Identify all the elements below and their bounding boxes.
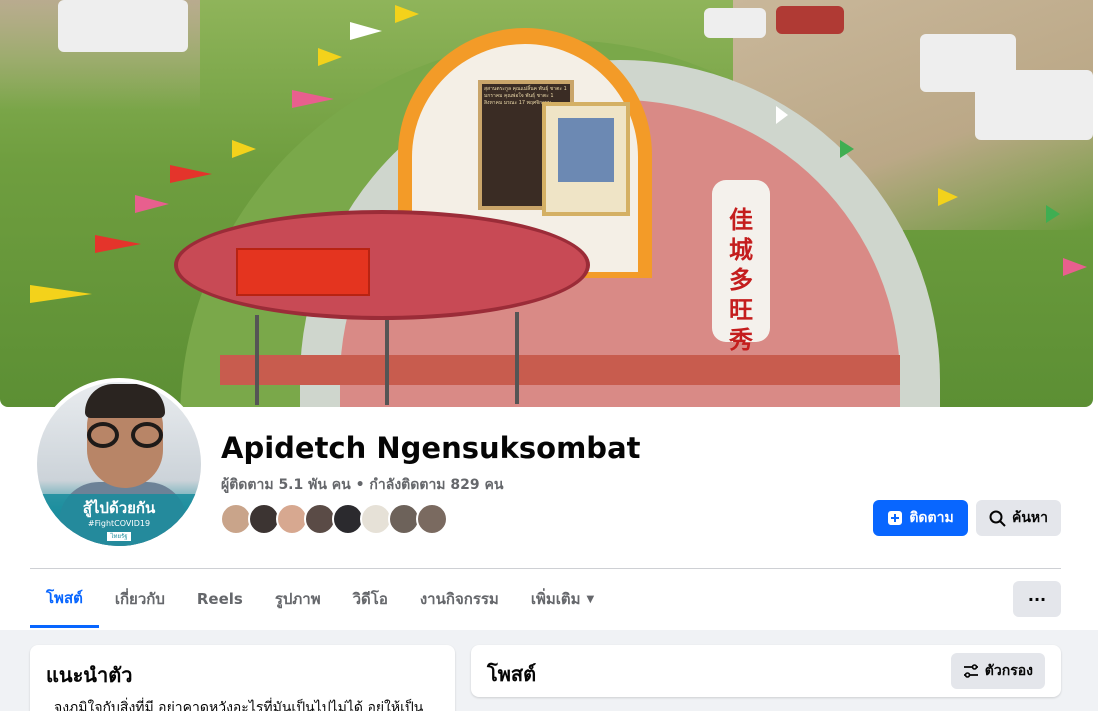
follower-avatars[interactable] xyxy=(220,503,448,537)
intro-bio: จงภูมิใจกับสิ่งที่มี อย่าคาดหวังอะไรที่ม… xyxy=(54,700,424,711)
tab-more[interactable]: เพิ่มเติม ▼ xyxy=(515,570,610,628)
search-button[interactable]: ค้นหา xyxy=(976,500,1061,536)
follow-icon xyxy=(887,510,903,526)
filter-icon xyxy=(963,664,979,678)
posts-header-card: โพสต์ ตัวกรอง xyxy=(471,645,1061,697)
profile-tabs: โพสต์ เกี่ยวกับ Reels รูปภาพ วิดีโอ งานก… xyxy=(30,570,610,630)
tab-reels[interactable]: Reels xyxy=(181,570,259,628)
search-button-label: ค้นหา xyxy=(1011,510,1049,526)
follow-button-label: ติดตาม xyxy=(909,510,954,526)
tab-posts[interactable]: โพสต์ xyxy=(30,570,99,628)
more-options-button[interactable]: ··· xyxy=(1013,581,1061,617)
follower-avatar[interactable] xyxy=(416,503,448,535)
profile-name: Apidetch Ngensuksombat xyxy=(221,431,641,465)
avatar-frame-hashtag: #FightCOVID19 xyxy=(87,519,151,528)
search-icon xyxy=(989,510,1006,527)
profile-avatar[interactable]: สู้ไปด้วยกัน #FightCOVID19 ไทยรัฐ xyxy=(33,378,205,550)
follow-button[interactable]: ติดตาม xyxy=(873,500,968,536)
tab-videos[interactable]: วิดีโอ xyxy=(337,570,404,628)
divider xyxy=(30,568,1061,569)
caret-down-icon: ▼ xyxy=(586,593,595,605)
filter-button[interactable]: ตัวกรอง xyxy=(950,653,1045,689)
glasses-icon xyxy=(87,422,119,448)
cover-photo[interactable]: สุสานตระกูล คุณแม่ลิ้นค พันธุ์ ชาตะ 1 มก… xyxy=(0,0,1093,407)
tab-photos[interactable]: รูปภาพ xyxy=(259,570,337,628)
intro-title: แนะนำตัว xyxy=(46,663,133,687)
follower-stats[interactable]: ผู้ติดตาม 5.1 พัน คน • กำลังติดตาม 829 ค… xyxy=(221,474,503,496)
tab-events[interactable]: งานกิจกรรม xyxy=(404,570,515,628)
posts-title: โพสต์ xyxy=(487,662,537,686)
offering-tray xyxy=(236,248,370,296)
avatar-frame-slogan: สู้ไปด้วยกัน xyxy=(82,499,156,517)
tab-about[interactable]: เกี่ยวกับ xyxy=(99,570,181,628)
avatar-frame-logo: ไทยรัฐ xyxy=(107,532,131,541)
filter-button-label: ตัวกรอง xyxy=(984,663,1033,679)
intro-card: แนะนำตัว จงภูมิใจกับสิ่งที่มี อย่าคาดหวั… xyxy=(30,645,455,711)
